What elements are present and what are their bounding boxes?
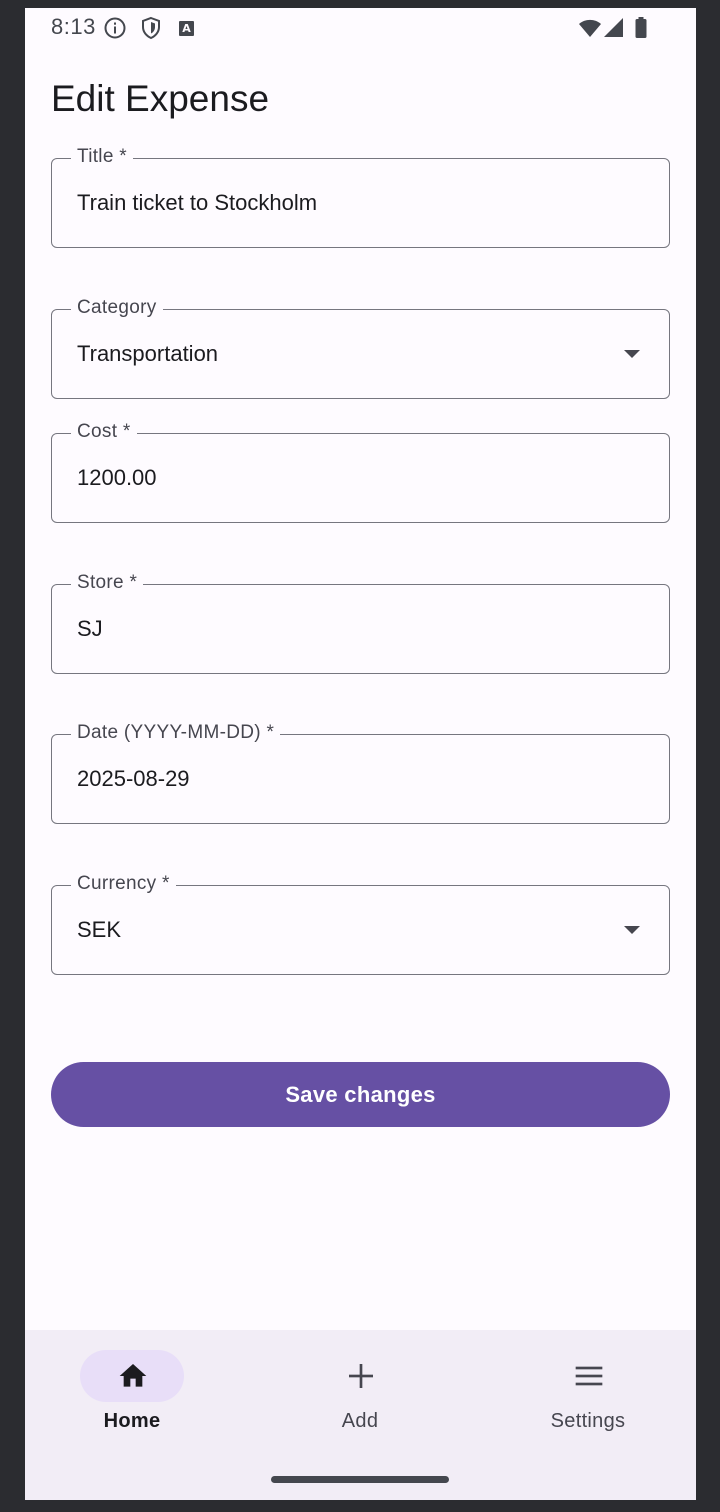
menu-icon <box>575 1366 603 1386</box>
gesture-handle[interactable] <box>271 1476 449 1483</box>
cost-field-value[interactable]: 1200.00 <box>77 463 157 493</box>
status-time: 8:13 <box>51 14 96 39</box>
title-field-label: Title * <box>71 145 133 169</box>
bottom-navigation: Home Add Settings <box>25 1330 696 1500</box>
category-dropdown-value[interactable]: Transportation <box>77 339 218 369</box>
store-field-value[interactable]: SJ <box>77 614 103 644</box>
nav-label-settings: Settings <box>550 1410 626 1432</box>
cost-field-label: Cost * <box>71 420 137 444</box>
battery-icon <box>635 17 647 38</box>
plus-icon <box>349 1364 373 1388</box>
keyboard-a-icon: A <box>179 21 194 36</box>
nav-label-home: Home <box>103 1410 161 1432</box>
date-field[interactable]: Date (YYYY-MM-DD) * 2025-08-29 <box>51 721 670 824</box>
nav-item-home[interactable]: Home <box>25 1330 249 1450</box>
page-title: Edit Expense <box>51 78 270 119</box>
currency-dropdown[interactable]: Currency * SEK <box>51 872 670 975</box>
shield-icon <box>142 16 160 40</box>
nav-item-settings[interactable]: Settings <box>481 1330 696 1450</box>
home-icon <box>119 1364 147 1387</box>
dropdown-arrow-icon[interactable] <box>624 350 640 358</box>
date-field-value[interactable]: 2025-08-29 <box>77 764 190 794</box>
cost-field[interactable]: Cost * 1200.00 <box>51 420 670 523</box>
wifi-icon <box>579 19 601 37</box>
store-field[interactable]: Store * SJ <box>51 571 670 674</box>
signal-icon <box>604 18 623 37</box>
category-dropdown-label: Category <box>71 296 163 320</box>
store-field-label: Store * <box>71 571 144 595</box>
status-bar: 8:13 A <box>25 8 696 48</box>
nav-label-add: Add <box>341 1410 379 1432</box>
svg-text:A: A <box>182 22 191 35</box>
currency-dropdown-label: Currency * <box>71 872 176 896</box>
app-screen: 8:13 A Edit Expense Title * Train ticket… <box>25 8 696 1500</box>
nav-item-add[interactable]: Add <box>253 1330 477 1450</box>
field-outline <box>51 885 670 975</box>
category-dropdown[interactable]: Category Transportation <box>51 296 670 399</box>
save-changes-button[interactable]: Save changes <box>51 1062 670 1127</box>
field-outline <box>51 584 670 674</box>
title-field-value[interactable]: Train ticket to Stockholm <box>77 188 317 218</box>
dropdown-arrow-icon[interactable] <box>624 926 640 934</box>
info-icon <box>104 17 126 39</box>
date-field-label: Date (YYYY-MM-DD) * <box>71 721 281 745</box>
currency-dropdown-value[interactable]: SEK <box>77 915 121 945</box>
title-field[interactable]: Title * Train ticket to Stockholm <box>51 145 670 248</box>
